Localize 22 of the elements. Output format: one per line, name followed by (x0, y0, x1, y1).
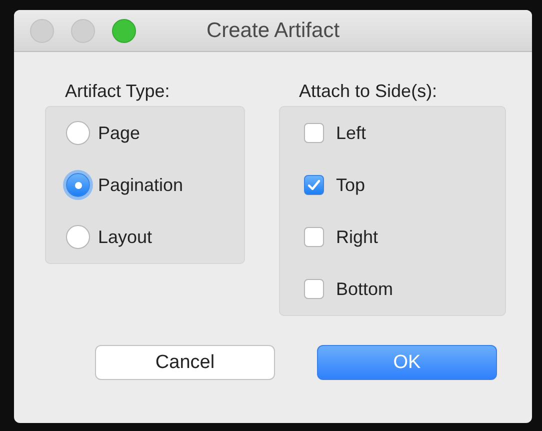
close-button[interactable] (30, 18, 54, 42)
group-label: Attach to Side(s): (298, 80, 438, 103)
checkbox-label: Bottom (335, 278, 394, 300)
group-label: Artifact Type: (64, 80, 171, 103)
minimize-button[interactable] (71, 18, 95, 42)
checkbox-label: Left (335, 122, 366, 144)
radio-button[interactable] (66, 173, 90, 197)
window-title: Create Artifact (206, 18, 340, 42)
radio-button[interactable] (66, 121, 90, 145)
checkbox[interactable] (304, 175, 324, 195)
checkmark-icon (307, 179, 321, 191)
checkbox-label: Top (335, 174, 366, 196)
cancel-button[interactable]: Cancel (95, 345, 275, 380)
radio-label: Page (98, 122, 140, 144)
checkbox[interactable] (304, 123, 324, 143)
checkbox[interactable] (304, 227, 324, 247)
zoom-button[interactable] (112, 18, 136, 42)
checkbox-label: Right (335, 226, 378, 248)
radio-button[interactable] (66, 225, 90, 249)
checkbox[interactable] (304, 279, 324, 299)
radio-label: Pagination (98, 174, 184, 196)
radio-label: Layout (98, 226, 152, 248)
